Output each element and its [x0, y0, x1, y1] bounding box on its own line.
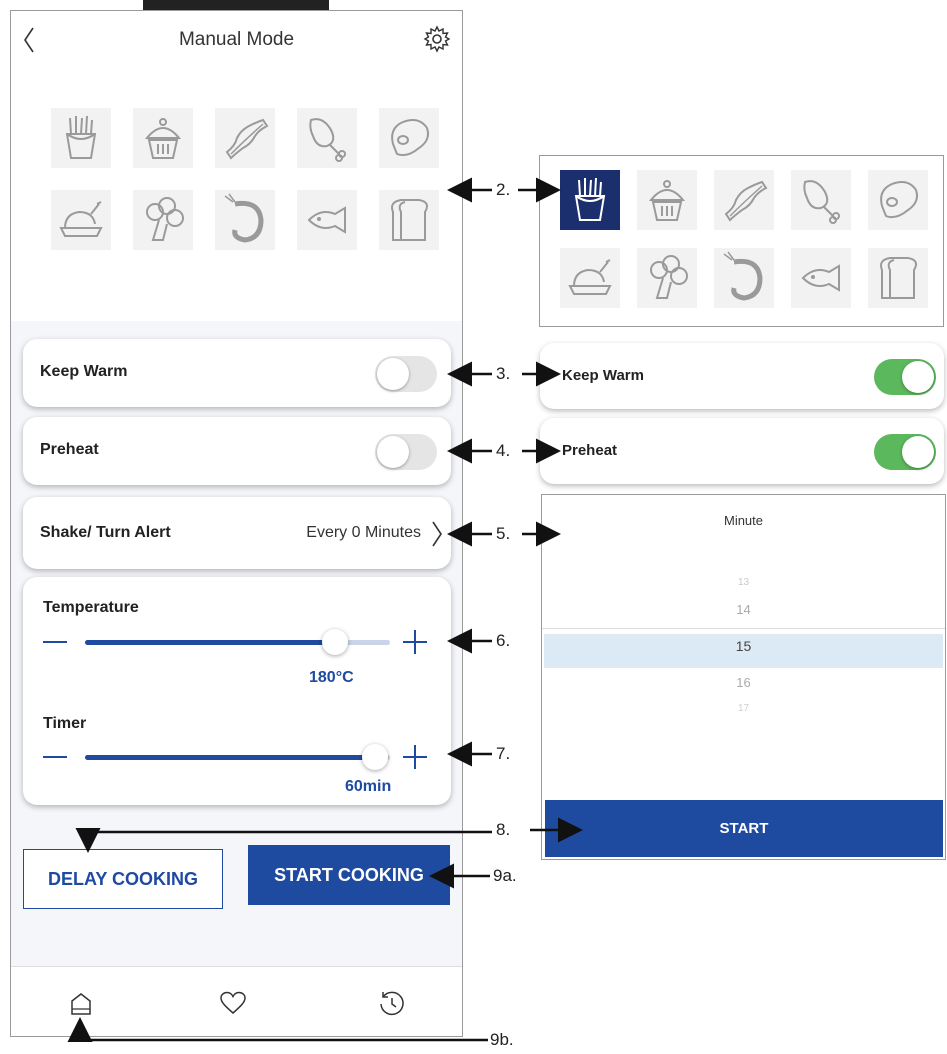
temperature-label: Temperature [43, 599, 139, 616]
cupcake-icon[interactable] [133, 108, 193, 168]
picker-item[interactable]: 17 [542, 703, 945, 714]
temperature-decrease-button[interactable] [43, 641, 67, 643]
temperature-slider[interactable] [85, 629, 390, 655]
callout-7: 7. [496, 744, 511, 763]
picker-start-button[interactable]: START [545, 800, 943, 857]
picker-divider [542, 628, 945, 629]
timer-value: 60min [345, 778, 392, 795]
preheat-on-toggle[interactable] [874, 434, 936, 470]
cupcake-icon[interactable] [637, 170, 697, 230]
top-tab-bar [143, 0, 329, 10]
slider-fill [85, 640, 335, 645]
keep-warm-row: Keep Warm [23, 339, 451, 407]
picker-item[interactable]: 13 [542, 577, 945, 588]
keep-warm-on-toggle[interactable] [874, 359, 936, 395]
temperature-increase-button[interactable] [403, 630, 427, 654]
fish-icon[interactable] [791, 248, 851, 308]
preset-selected-panel [539, 155, 944, 327]
callout-8: 8. [496, 820, 511, 839]
heart-icon[interactable] [219, 991, 247, 1015]
picker-item-selected[interactable]: 15 [542, 638, 945, 654]
bread-icon[interactable] [379, 190, 439, 250]
home-icon[interactable] [69, 991, 93, 1017]
fries-icon[interactable] [560, 170, 620, 230]
shake-alert-row[interactable]: Shake/ Turn Alert Every 0 Minutes [23, 497, 451, 569]
preheat-row: Preheat [23, 417, 451, 485]
preheat-on-label: Preheat [562, 442, 618, 459]
fries-icon[interactable] [51, 108, 111, 168]
shrimp-icon[interactable] [215, 190, 275, 250]
broccoli-icon[interactable] [637, 248, 697, 308]
broccoli-icon[interactable] [133, 190, 193, 250]
callout-6: 6. [496, 631, 511, 650]
minute-picker-panel: Minute 13 14 15 16 17 START [541, 494, 946, 860]
shake-alert-value: Every 0 Minutes [306, 524, 421, 541]
picker-item[interactable]: 14 [542, 602, 945, 617]
callout-9b: 9b. [490, 1030, 514, 1049]
slider-thumb[interactable] [362, 744, 388, 770]
roast-chicken-icon[interactable] [560, 248, 620, 308]
chevron-right-icon [432, 521, 442, 547]
slider-fill [85, 755, 375, 760]
temperature-value: 180°C [309, 669, 354, 686]
timer-increase-button[interactable] [403, 745, 427, 769]
shake-alert-label: Shake/ Turn Alert [40, 524, 171, 541]
callout-3: 3. [496, 364, 511, 383]
slider-thumb[interactable] [322, 629, 348, 655]
history-icon[interactable] [377, 989, 407, 1019]
callout-2: 2. [496, 180, 511, 199]
keep-warm-on-row: Keep Warm [540, 343, 944, 409]
timer-slider[interactable] [85, 744, 390, 770]
keep-warm-on-label: Keep Warm [562, 367, 644, 384]
steak-icon[interactable] [868, 170, 928, 230]
keep-warm-toggle[interactable] [375, 356, 437, 392]
callout-5: 5. [496, 524, 511, 543]
roast-chicken-icon[interactable] [51, 190, 111, 250]
start-cooking-button[interactable]: START COOKING [248, 845, 450, 905]
picker-title: Minute [723, 513, 764, 528]
preheat-toggle[interactable] [375, 434, 437, 470]
keep-warm-label: Keep Warm [40, 363, 128, 380]
callout-4: 4. [496, 441, 511, 460]
picker-item[interactable]: 16 [542, 675, 945, 690]
shrimp-icon[interactable] [714, 248, 774, 308]
phone-screen: Manual Mode Keep Warm Preheat Shake/ Tur… [10, 10, 463, 1037]
header: Manual Mode [11, 11, 462, 73]
timer-label: Timer [43, 715, 87, 732]
timer-decrease-button[interactable] [43, 756, 67, 758]
gear-icon[interactable] [423, 25, 451, 53]
preheat-label: Preheat [40, 441, 99, 458]
bacon-icon[interactable] [714, 170, 774, 230]
bread-icon[interactable] [868, 248, 928, 308]
chicken-leg-icon[interactable] [297, 108, 357, 168]
slider-card: Temperature 180°C Timer 60min [23, 577, 451, 805]
bacon-icon[interactable] [215, 108, 275, 168]
steak-icon[interactable] [379, 108, 439, 168]
callout-9a: 9a. [493, 866, 517, 885]
bottom-nav [11, 966, 462, 1036]
fish-icon[interactable] [297, 190, 357, 250]
delay-cooking-button[interactable]: DELAY COOKING [23, 849, 223, 909]
chicken-leg-icon[interactable] [791, 170, 851, 230]
page-title: Manual Mode [178, 29, 295, 50]
preheat-on-row: Preheat [540, 418, 944, 484]
